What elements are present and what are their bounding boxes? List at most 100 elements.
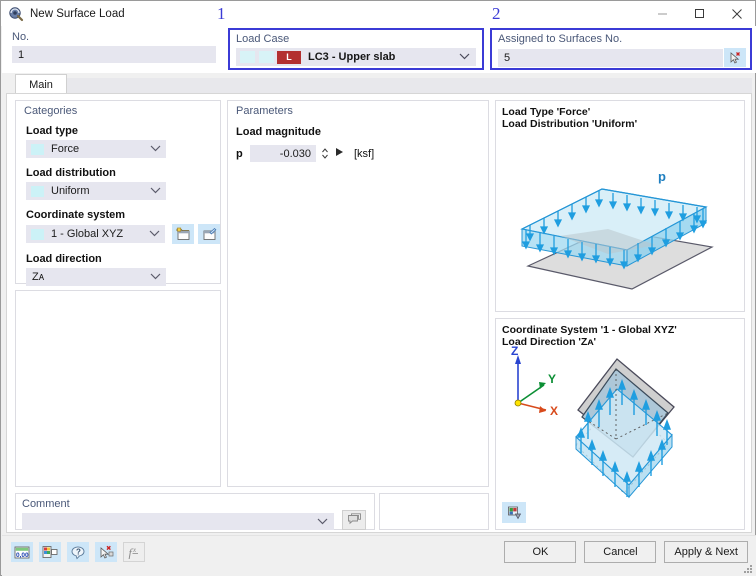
preview-bottom-graphic: Z Y X [496,344,744,505]
comment-library-icon[interactable] [342,510,366,530]
field-load-type: Load type Force [16,125,220,158]
panel-preview-load-type: Load Type 'Force' Load Distribution 'Uni… [495,100,745,312]
window-controls [644,1,755,26]
svg-text:x: x [132,546,137,554]
assigned-surfaces-label: Assigned to Surfaces No. [498,33,623,45]
load-magnitude-symbol: p [236,147,243,160]
load-direction-value: Zᴀ [32,271,45,283]
dialog-body: Categories Load type Force Load distribu… [6,93,752,533]
preview-top-line1: Load Type 'Force' [502,106,591,118]
tab-strip: Main [6,74,752,94]
apply-next-button[interactable]: Apply & Next [664,541,748,563]
ok-button[interactable]: OK [504,541,577,563]
panel-comment: Comment [15,493,375,530]
cancel-button[interactable]: Cancel [584,541,657,563]
panel-parameters: Parameters Load magnitude p -0.030 [ksf] [227,100,489,487]
formula-icon: f x [123,542,145,562]
field-load-distribution: Load distribution Uniform [16,167,220,200]
coordinate-system-label: Coordinate system [26,209,126,221]
load-case-label: Load Case [236,33,290,45]
field-coordinate-system: Coordinate system 1 - Global XYZ [16,209,220,244]
coordinate-system-combo[interactable]: 1 - Global XYZ [26,225,166,243]
svg-text:X: X [550,404,558,418]
categories-title: Categories [24,105,78,117]
load-case-swatch-2 [259,51,274,63]
window-title: New Surface Load [30,7,125,20]
chevron-down-icon[interactable] [150,271,161,283]
coordinate-system-swatch [31,228,44,240]
spinner-updown-icon[interactable] [320,147,330,160]
maximize-icon[interactable] [681,1,718,26]
chevron-down-icon[interactable] [317,516,328,528]
load-magnitude-row: p -0.030 [ksf] [236,145,488,162]
field-load-direction: Load direction Zᴀ [16,253,220,286]
load-case-combo[interactable]: L LC3 - Upper slab [236,48,476,66]
units-icon[interactable]: 0,00 [11,542,33,562]
parameters-title: Parameters [236,105,293,117]
load-direction-combo[interactable]: Zᴀ [26,268,166,286]
panel-empty-left [15,290,221,487]
load-distribution-value: Uniform [51,185,90,197]
dialog-new-surface-load: New Surface Load No. 1 Load Case L LC3 -… [0,0,756,576]
comment-label: Comment [22,498,70,510]
axis-triad: Z Y X [511,344,558,418]
coordinate-system-value: 1 - Global XYZ [51,228,124,240]
load-distribution-swatch [31,185,44,197]
footer-toolbar: 0,00 ? f x [11,542,145,562]
load-case-swatch-1 [240,51,255,63]
tab-strip-filler [67,78,752,94]
svg-text:0,00: 0,00 [16,552,29,559]
load-magnitude-label: Load magnitude [236,126,321,138]
svg-text:?: ? [76,547,81,556]
preview-top-graphic: p [496,129,744,309]
load-direction-label: Load direction [26,253,102,265]
play-arrow-icon[interactable] [335,147,344,160]
resize-grip[interactable] [741,562,753,574]
no-label: No. [12,31,30,43]
callout-1: 1 [217,4,226,23]
comment-input[interactable] [22,513,334,530]
graphics-icon[interactable] [39,542,61,562]
render-settings-icon[interactable] [502,502,526,523]
chevron-down-icon[interactable] [150,143,161,155]
callout-2: 2 [492,4,501,23]
svg-text:Z: Z [511,345,518,358]
load-case-badge: L [277,50,301,64]
load-distribution-combo[interactable]: Uniform [26,182,166,200]
load-type-label: Load type [26,125,78,137]
load-type-value: Force [51,143,80,155]
load-type-combo[interactable]: Force [26,140,166,158]
load-wizard-icon[interactable] [95,542,117,562]
dialog-footer: 0,00 ? f x OK Cancel Apply & Next [2,535,756,576]
footer-buttons: OK Cancel Apply & Next [504,541,748,563]
chevron-down-icon[interactable] [149,228,160,240]
edit-coordinate-system-icon[interactable] [198,224,220,244]
select-surfaces-icon[interactable] [724,48,746,67]
field-group-no: No. 1 [6,28,222,70]
header-strip: No. 1 Load Case L LC3 - Upper slab Assig… [2,4,756,73]
preview-bottom-line1: Coordinate System '1 - Global XYZ' [502,324,677,336]
chevron-down-icon[interactable] [150,185,161,197]
no-input[interactable]: 1 [12,46,216,63]
load-case-value: LC3 - Upper slab [308,51,396,63]
field-group-assigned-surfaces: Assigned to Surfaces No. 5 [490,28,752,70]
panel-preview-load-direction: Coordinate System '1 - Global XYZ' Load … [495,318,745,530]
field-group-load-case: Load Case L LC3 - Upper slab [228,28,484,70]
panel-categories: Categories Load type Force Load distribu… [15,100,221,286]
minimize-icon[interactable] [644,1,681,26]
help-icon[interactable]: ? [67,542,89,562]
load-magnitude-unit: [ksf] [354,147,375,160]
chevron-down-icon[interactable] [459,51,470,63]
load-distribution-label: Load distribution [26,167,116,179]
app-icon [8,6,24,22]
svg-text:Y: Y [548,372,556,386]
close-icon[interactable] [718,1,755,26]
title-bar: New Surface Load [1,1,755,26]
load-type-swatch [31,143,44,155]
preview-top-load-label: p [658,169,666,184]
assigned-surfaces-input[interactable]: 5 [498,48,723,67]
tab-main[interactable]: Main [15,74,67,94]
load-magnitude-input[interactable]: -0.030 [250,145,316,162]
new-coordinate-system-icon[interactable] [172,224,195,244]
panel-comment-right [379,493,489,530]
